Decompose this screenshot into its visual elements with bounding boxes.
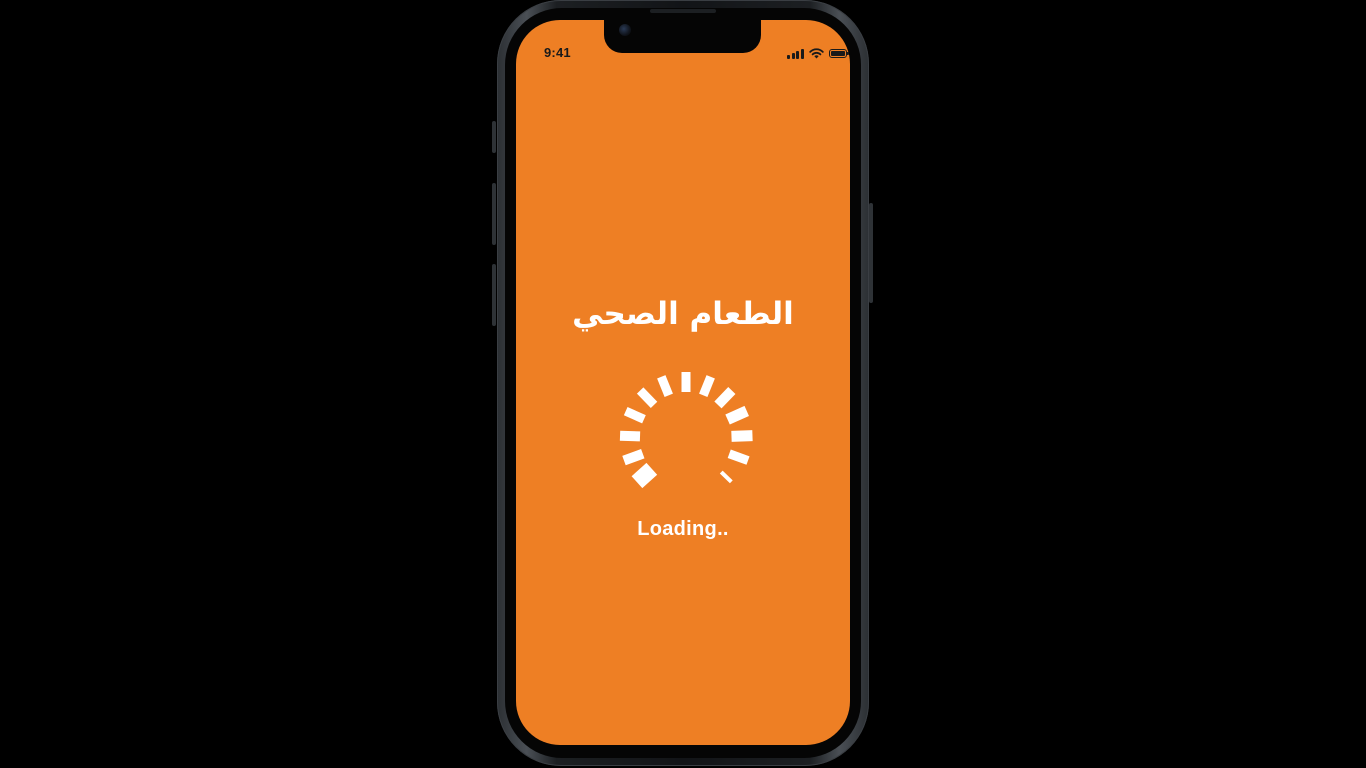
- spinner-segment: [623, 407, 646, 424]
- speaker-grille: [650, 9, 716, 13]
- spinner-segment: [619, 430, 641, 442]
- status-time: 9:41: [544, 45, 571, 60]
- spinner-segment: [636, 387, 658, 409]
- spinner-segment: [681, 372, 691, 392]
- front-camera: [619, 24, 631, 36]
- stage: 9:41 الطعام الصحي Loading..: [0, 0, 1366, 768]
- spinner-segment: [657, 375, 673, 398]
- battery-icon: [828, 49, 849, 58]
- spinner-segment: [631, 462, 658, 489]
- spinner-segment: [719, 470, 733, 484]
- volume-down-button: [492, 264, 496, 326]
- mute-switch: [492, 121, 496, 153]
- app-title: الطعام الصحي: [572, 296, 794, 332]
- spinner-segment: [727, 449, 750, 465]
- spinner-segment: [622, 449, 645, 466]
- signal-icon: [787, 49, 804, 59]
- status-icons: [787, 47, 849, 59]
- spinner-segment: [714, 387, 736, 409]
- spinner-segment: [699, 375, 715, 398]
- volume-up-button: [492, 183, 496, 245]
- loading-text: Loading..: [637, 518, 729, 540]
- spinner-segment: [725, 405, 749, 425]
- spinner-segment: [731, 430, 753, 442]
- loading-spinner-icon: [619, 372, 753, 489]
- wifi-icon: [808, 48, 824, 59]
- power-button: [869, 203, 873, 303]
